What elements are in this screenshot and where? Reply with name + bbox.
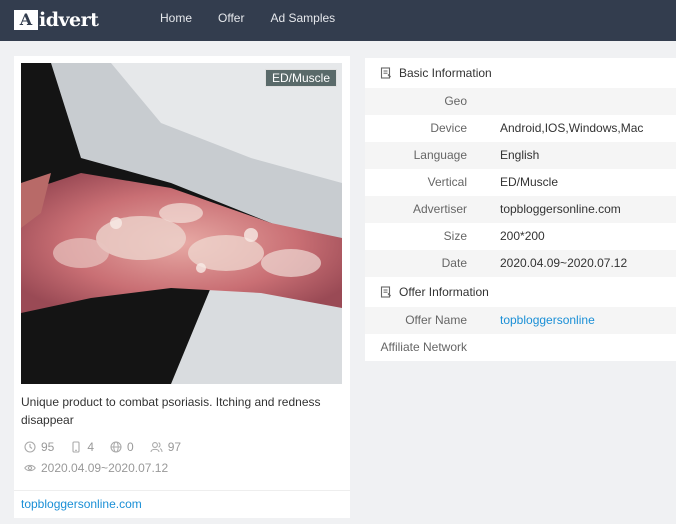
ad-image[interactable]: ED/Muscle — [21, 63, 342, 384]
info-label: Date — [441, 256, 467, 270]
document-icon — [380, 67, 391, 79]
ad-sample-card: ED/Muscle Unique product to combat psori… — [14, 56, 350, 518]
ad-date-row: 2020.04.09~2020.07.12 — [24, 461, 168, 475]
top-navbar: A idvert Home Offer Ad Samples — [0, 0, 676, 41]
ad-title: Unique product to combat psoriasis. Itch… — [21, 395, 321, 427]
info-label: Device — [430, 121, 467, 135]
main-nav: Home Offer Ad Samples — [160, 0, 361, 41]
info-row-size: Size 200*200 — [365, 223, 676, 250]
stat-devices: 4 — [70, 440, 94, 454]
users-icon — [150, 442, 163, 453]
info-label: Advertiser — [412, 202, 467, 216]
info-value: English — [500, 148, 540, 162]
advertiser-link[interactable]: topbloggersonline.com — [21, 497, 142, 511]
globe-icon — [110, 441, 122, 453]
info-value: Android,IOS,Windows,Mac — [500, 121, 644, 135]
stat-geos: 0 — [110, 440, 134, 454]
info-row-vertical: Vertical ED/Muscle — [365, 169, 676, 196]
document-icon — [380, 286, 391, 298]
offer-name-link[interactable]: topbloggersonline — [500, 307, 595, 334]
offer-info-header: Offer Information — [365, 277, 676, 307]
offer-info-title: Offer Information — [399, 285, 489, 299]
logo[interactable]: A idvert — [14, 9, 99, 31]
offer-label: Offer Name — [405, 313, 467, 327]
info-row-language: Language English — [365, 142, 676, 169]
ad-stats: 95 4 0 97 — [24, 440, 197, 454]
info-label: Language — [413, 148, 467, 162]
info-label: Size — [443, 229, 467, 243]
card-divider — [14, 490, 350, 491]
offer-row-name: Offer Name topbloggersonline — [365, 307, 676, 334]
info-value: ED/Muscle — [500, 175, 559, 189]
info-label: Geo — [444, 94, 467, 108]
nav-ad-samples[interactable]: Ad Samples — [270, 0, 335, 41]
details-panel: Basic Information Geo Device Android,IOS… — [365, 58, 676, 361]
logo-mark: A — [14, 10, 38, 30]
stat-views-value: 95 — [41, 440, 55, 454]
stat-users: 97 — [150, 440, 181, 454]
basic-info-header: Basic Information — [365, 58, 676, 88]
info-label: Vertical — [427, 175, 467, 189]
ad-image-graphic — [21, 63, 342, 384]
info-row-device: Device Android,IOS,Windows,Mac — [365, 115, 676, 142]
nav-offer[interactable]: Offer — [218, 0, 244, 41]
nav-home[interactable]: Home — [160, 0, 192, 41]
eye-icon — [24, 464, 36, 472]
info-value: topbloggersonline.com — [500, 202, 621, 216]
info-row-advertiser: Advertiser topbloggersonline.com — [365, 196, 676, 223]
clock-icon — [24, 441, 36, 453]
vertical-tag: ED/Muscle — [264, 69, 337, 87]
mobile-icon — [72, 441, 80, 453]
logo-text: idvert — [39, 9, 99, 31]
stat-users-value: 97 — [167, 440, 182, 454]
basic-info-title: Basic Information — [399, 66, 492, 80]
info-value: 2020.04.09~2020.07.12 — [500, 256, 628, 270]
offer-label: Affiliate Network — [380, 340, 467, 354]
stat-views: 95 — [24, 440, 54, 454]
info-value: 200*200 — [500, 229, 545, 243]
ad-date-range: 2020.04.09~2020.07.12 — [41, 461, 169, 475]
stat-geos-value: 0 — [127, 440, 134, 454]
offer-row-affiliate: Affiliate Network — [365, 334, 676, 361]
stat-devices-value: 4 — [87, 440, 95, 454]
info-row-date: Date 2020.04.09~2020.07.12 — [365, 250, 676, 277]
info-row-geo: Geo — [365, 88, 676, 115]
